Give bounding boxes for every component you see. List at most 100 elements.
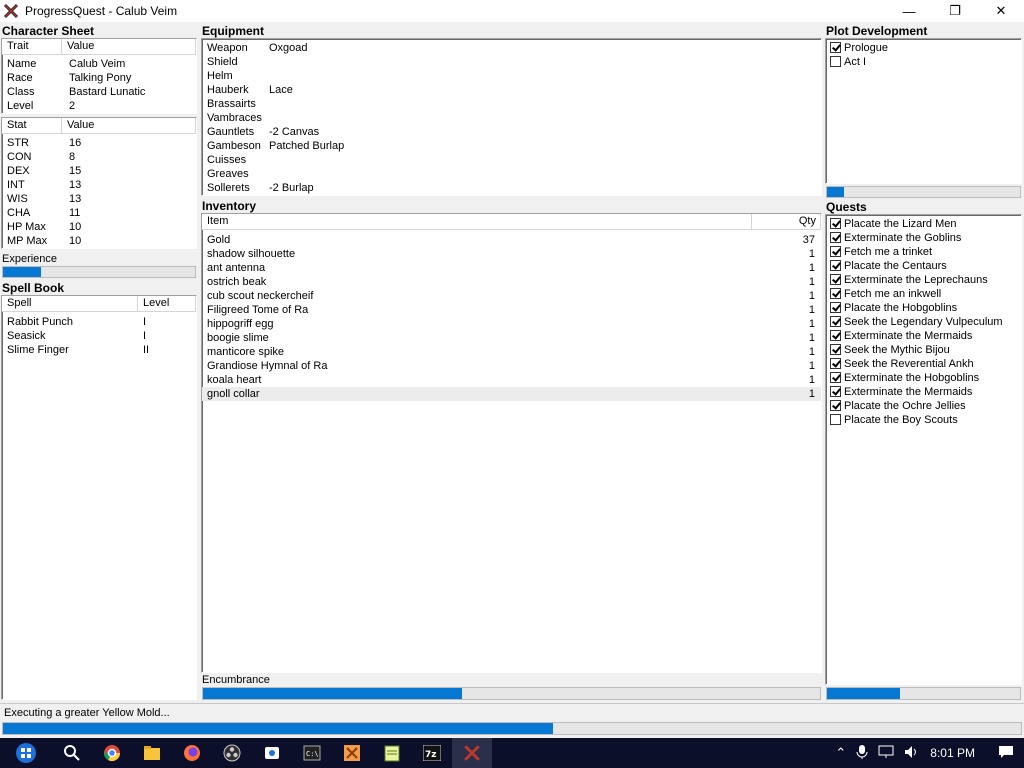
checkbox-unchecked[interactable]: [830, 56, 841, 67]
equipment-row[interactable]: Sollerets -2 Burlap: [202, 181, 821, 195]
checkbox-checked[interactable]: [830, 288, 841, 299]
chrome-icon[interactable]: [92, 738, 132, 768]
checkbox-checked[interactable]: [830, 400, 841, 411]
clock[interactable]: 8:01 PM: [930, 746, 975, 760]
quest-item[interactable]: Placate the Centaurs: [826, 259, 1021, 273]
volume-icon[interactable]: [904, 745, 920, 762]
plot-list[interactable]: Prologue Act I: [825, 38, 1022, 184]
search-icon[interactable]: [52, 738, 92, 768]
stat-row[interactable]: CHA 11: [2, 206, 196, 220]
equipment-row[interactable]: Gauntlets -2 Canvas: [202, 125, 821, 139]
checkbox-checked[interactable]: [830, 302, 841, 313]
checkbox-checked[interactable]: [830, 218, 841, 229]
quest-item[interactable]: Exterminate the Mermaids: [826, 329, 1021, 343]
notifications-icon[interactable]: [998, 745, 1014, 762]
quests-list[interactable]: Placate the Lizard Men Exterminate the Go…: [825, 214, 1022, 685]
firefox-icon[interactable]: [172, 738, 212, 768]
inventory-row[interactable]: shadow silhouette 1: [202, 247, 821, 261]
checkbox-checked[interactable]: [830, 316, 841, 327]
stat-value-column-header[interactable]: Value: [62, 118, 196, 133]
equipment-row[interactable]: Shield: [202, 55, 821, 69]
progressquest-taskbar-icon[interactable]: [452, 738, 492, 768]
inventory-row[interactable]: manticore spike 1: [202, 345, 821, 359]
trait-column-header[interactable]: Trait: [2, 39, 62, 54]
quest-item[interactable]: Exterminate the Leprechauns: [826, 273, 1021, 287]
network-icon[interactable]: [878, 745, 894, 762]
chevron-up-icon[interactable]: ⌃: [835, 745, 846, 761]
inventory-row[interactable]: ostrich beak 1: [202, 275, 821, 289]
stat-row[interactable]: CON 8: [2, 150, 196, 164]
checkbox-checked[interactable]: [830, 344, 841, 355]
trait-row[interactable]: Class Bastard Lunatic: [2, 85, 196, 99]
stat-row[interactable]: STR 16: [2, 136, 196, 150]
notepad-icon[interactable]: [372, 738, 412, 768]
equipment-row[interactable]: Cuisses: [202, 153, 821, 167]
quest-item[interactable]: Placate the Boy Scouts: [826, 413, 1021, 427]
traits-table[interactable]: Trait Value Name Calub Veim Race Talking Po…: [1, 38, 197, 114]
checkbox-checked[interactable]: [830, 274, 841, 285]
spell-row[interactable]: Slime Finger II: [2, 343, 196, 357]
checkbox-checked[interactable]: [830, 246, 841, 257]
equipment-row[interactable]: Hauberk Lace: [202, 83, 821, 97]
equipment-row[interactable]: Gambeson Patched Burlap: [202, 139, 821, 153]
stat-row[interactable]: HP Max 10: [2, 220, 196, 234]
terminal-icon[interactable]: C:\: [292, 738, 332, 768]
equipment-row[interactable]: Greaves: [202, 167, 821, 181]
quest-item[interactable]: Fetch me a trinket: [826, 245, 1021, 259]
checkbox-checked[interactable]: [830, 330, 841, 341]
7zip-icon[interactable]: 7z: [412, 738, 452, 768]
app-icon-orange[interactable]: [332, 738, 372, 768]
stat-row[interactable]: INT 13: [2, 178, 196, 192]
quest-item[interactable]: Exterminate the Hobgoblins: [826, 371, 1021, 385]
plot-act[interactable]: Act I: [826, 55, 1021, 69]
qty-column-header[interactable]: Qty: [752, 214, 821, 229]
microphone-icon[interactable]: [856, 744, 868, 763]
spell-book-table[interactable]: Spell Level Rabbit Punch I Seasick I Slime F…: [1, 295, 197, 700]
inventory-row[interactable]: Filigreed Tome of Ra 1: [202, 303, 821, 317]
checkbox-checked[interactable]: [830, 42, 841, 53]
inventory-row[interactable]: ant antenna 1: [202, 261, 821, 275]
quest-item[interactable]: Placate the Lizard Men: [826, 217, 1021, 231]
trait-row[interactable]: Race Talking Pony: [2, 71, 196, 85]
close-button[interactable]: ✕: [978, 0, 1024, 22]
quest-item[interactable]: Seek the Legendary Vulpeculum: [826, 315, 1021, 329]
inventory-row[interactable]: hippogriff egg 1: [202, 317, 821, 331]
stat-row[interactable]: DEX 15: [2, 164, 196, 178]
inventory-row[interactable]: koala heart 1: [202, 373, 821, 387]
start-icon[interactable]: [0, 738, 52, 768]
checkbox-checked[interactable]: [830, 386, 841, 397]
level-column-header[interactable]: Level: [138, 296, 196, 311]
spell-row[interactable]: Seasick I: [2, 329, 196, 343]
equipment-list[interactable]: Weapon Oxgoad Shield Helm Hauberk Lace Brassai…: [201, 38, 822, 196]
checkbox-checked[interactable]: [830, 358, 841, 369]
item-column-header[interactable]: Item: [202, 214, 752, 229]
inventory-table[interactable]: Item Qty Gold 37 shadow silhouette 1 ant ant…: [201, 213, 822, 673]
spell-row[interactable]: Rabbit Punch I: [2, 315, 196, 329]
stat-row[interactable]: MP Max 10: [2, 234, 196, 248]
quest-item[interactable]: Exterminate the Goblins: [826, 231, 1021, 245]
quest-item[interactable]: Placate the Ochre Jellies: [826, 399, 1021, 413]
checkbox-unchecked[interactable]: [830, 414, 841, 425]
quest-item[interactable]: Seek the Mythic Bijou: [826, 343, 1021, 357]
stats-table[interactable]: Stat Value STR 16 CON 8 DEX 15 INT 13 WIS 13 CHA 11…: [1, 117, 197, 249]
obs-icon[interactable]: [212, 738, 252, 768]
quest-item[interactable]: Seek the Reverential Ankh: [826, 357, 1021, 371]
plot-act[interactable]: Prologue: [826, 41, 1021, 55]
quest-item[interactable]: Fetch me an inkwell: [826, 287, 1021, 301]
value-column-header[interactable]: Value: [62, 39, 196, 54]
minimize-button[interactable]: —: [886, 0, 932, 22]
stat-column-header[interactable]: Stat: [2, 118, 62, 133]
inventory-row[interactable]: Gold 37: [202, 233, 821, 247]
stat-row[interactable]: WIS 13: [2, 192, 196, 206]
checkbox-checked[interactable]: [830, 372, 841, 383]
media-app-icon[interactable]: [252, 738, 292, 768]
inventory-row[interactable]: Grandiose Hymnal of Ra 1: [202, 359, 821, 373]
checkbox-checked[interactable]: [830, 232, 841, 243]
quest-item[interactable]: Placate the Hobgoblins: [826, 301, 1021, 315]
equipment-row[interactable]: Brassairts: [202, 97, 821, 111]
quest-item[interactable]: Exterminate the Mermaids: [826, 385, 1021, 399]
equipment-row[interactable]: Helm: [202, 69, 821, 83]
checkbox-checked[interactable]: [830, 260, 841, 271]
trait-row[interactable]: Name Calub Veim: [2, 57, 196, 71]
spell-column-header[interactable]: Spell: [2, 296, 138, 311]
